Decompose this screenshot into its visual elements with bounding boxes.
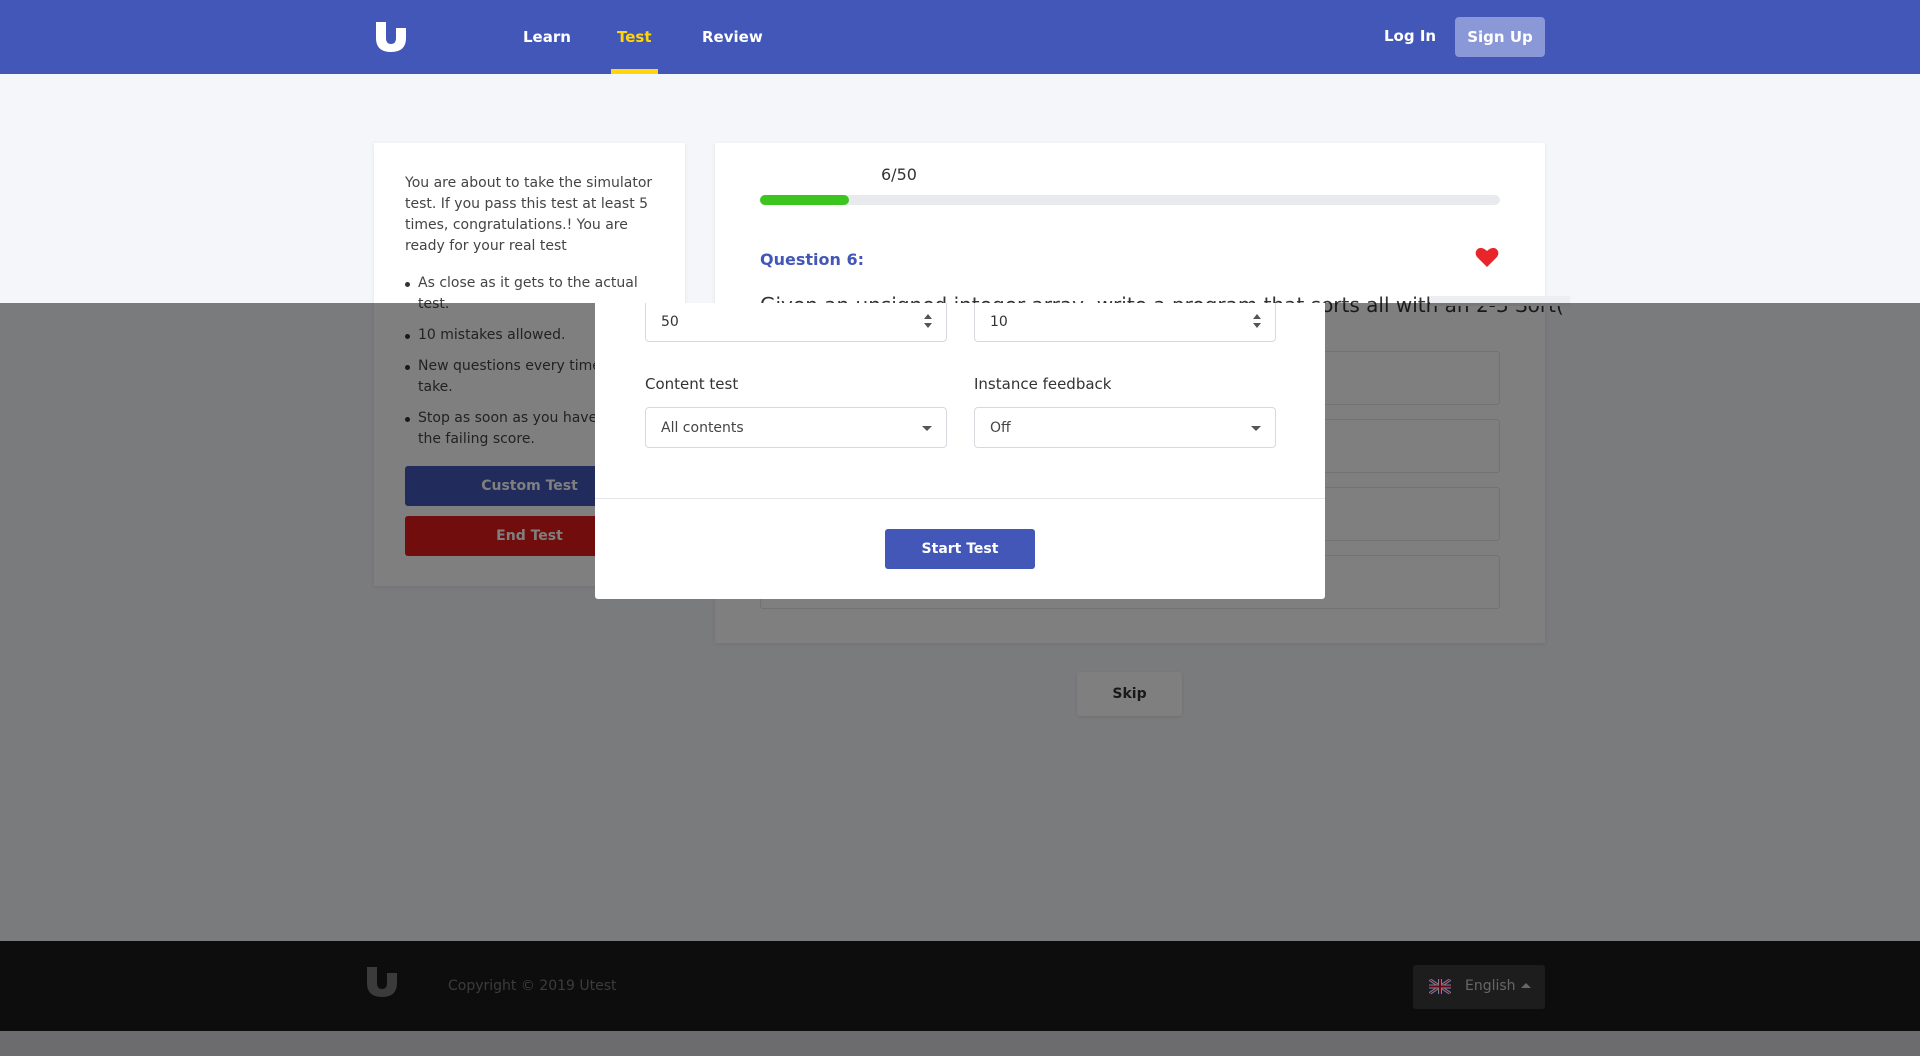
spinner-icon[interactable] — [1253, 314, 1261, 330]
instance-feedback-label: Instance feedback — [974, 375, 1112, 393]
chevron-down-icon — [922, 426, 932, 431]
progress-bar-fill — [760, 195, 849, 205]
nav-test[interactable]: Test — [611, 0, 657, 74]
content-test-label: Content test — [645, 375, 739, 393]
content-test-select[interactable]: All contents — [645, 407, 947, 448]
spinner-icon[interactable] — [924, 314, 932, 330]
chevron-down-icon — [1251, 426, 1261, 431]
mistakes-count-value: 10 — [990, 314, 1008, 330]
nav-review[interactable]: Review — [702, 0, 763, 74]
signup-button[interactable]: Sign Up — [1455, 17, 1545, 57]
heart-icon[interactable] — [1475, 246, 1499, 268]
test-intro-text: You are about to take the simulator test… — [405, 175, 653, 254]
login-link[interactable]: Log In — [1384, 27, 1436, 45]
questions-count-value: 50 — [661, 314, 679, 330]
top-navbar: Learn Test Review Log In Sign Up — [0, 0, 1920, 74]
progress-bar — [760, 195, 1500, 205]
instance-feedback-select[interactable]: Off — [974, 407, 1276, 448]
mistakes-count-input[interactable]: 10 — [974, 303, 1276, 342]
nav-learn[interactable]: Learn — [523, 0, 571, 74]
start-test-button[interactable]: Start Test — [885, 529, 1035, 569]
custom-test-modal: 50 10 Content test Instance feedback All… — [595, 303, 1325, 599]
instance-feedback-value: Off — [990, 420, 1011, 436]
content-test-value: All contents — [661, 420, 744, 436]
progress-counter: 6/50 — [881, 165, 917, 184]
modal-divider — [595, 498, 1325, 499]
questions-count-input[interactable]: 50 — [645, 303, 947, 342]
question-number: Question 6: — [760, 250, 864, 269]
utest-logo-icon[interactable] — [374, 20, 408, 54]
